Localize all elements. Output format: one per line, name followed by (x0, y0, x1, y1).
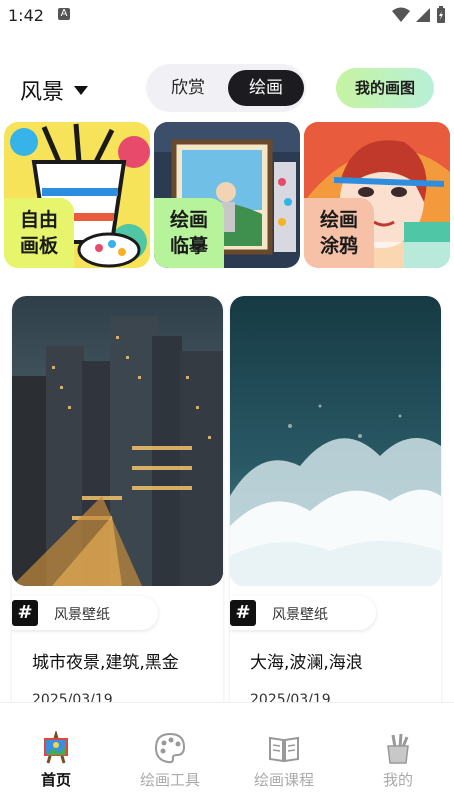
tab-appreciate[interactable]: 欣赏 (150, 70, 226, 106)
tile-copy-drawing-line1: 绘画 (169, 209, 208, 231)
city-night-photo (12, 296, 223, 586)
tile-doodle-label: 绘画 涂鸦 (304, 198, 374, 268)
tile-copy-drawing[interactable]: 绘画 临摹 (154, 122, 300, 268)
wallpaper-card[interactable]: # 风景壁纸 大海,波澜,海浪 2025/03/19 (230, 296, 441, 716)
category-tag-label: 风景壁纸 (272, 607, 328, 623)
tab-mine[interactable]: 我的 (348, 731, 448, 790)
mode-switch: 欣赏 绘画 (146, 64, 306, 112)
bottom-tab-bar: 首页 绘画工具 绘画课程 我的 (0, 702, 454, 809)
tab-mine-label: 我的 (382, 771, 413, 789)
signal-icon (416, 8, 430, 22)
status-bar: 1:42 A (0, 0, 454, 32)
top-bar: 风景 欣赏 绘画 我的画图 (0, 62, 454, 116)
tile-free-canvas-label: 自由 画板 (4, 198, 74, 268)
feature-tiles: 自由 画板 绘画 临摹 绘画 涂鸦 (4, 122, 450, 269)
city-night-image (12, 296, 223, 586)
tab-drawing-courses[interactable]: 绘画课程 (234, 731, 334, 790)
tab-drawing-courses-label: 绘画课程 (253, 771, 314, 789)
battery-icon (437, 6, 445, 23)
dropdown-arrow-icon (74, 85, 89, 95)
tile-copy-drawing-line2: 临摹 (169, 235, 208, 257)
tile-doodle-line2: 涂鸦 (319, 235, 358, 257)
tab-home[interactable]: 首页 (6, 731, 106, 790)
tile-free-canvas[interactable]: 自由 画板 (4, 122, 150, 268)
tile-free-canvas-line1: 自由 (19, 209, 58, 231)
wallpaper-card[interactable]: # 风景壁纸 城市夜景,建筑,黑金 2025/03/19 (12, 296, 223, 716)
tab-home-label: 首页 (40, 771, 71, 789)
status-icons (392, 6, 446, 24)
card-title: 城市夜景,建筑,黑金 (32, 653, 179, 673)
tile-doodle-line1: 绘画 (319, 209, 358, 231)
tab-drawing-tools-label: 绘画工具 (139, 771, 200, 789)
ocean-waves-photo (230, 296, 441, 586)
easel-icon (44, 731, 68, 764)
category-tag-label: 风景壁纸 (54, 607, 110, 623)
tab-draw[interactable]: 绘画 (228, 70, 304, 106)
ocean-waves-image (230, 296, 441, 586)
category-dropdown[interactable]: 风景 (20, 74, 89, 106)
category-label: 风景 (20, 80, 65, 105)
tab-drawing-tools[interactable]: 绘画工具 (120, 731, 220, 790)
notification-icon: A (58, 8, 70, 20)
hashtag-icon: # (12, 600, 38, 626)
hashtag-icon: # (230, 600, 256, 626)
palette-icon (154, 732, 186, 764)
book-icon (269, 736, 299, 763)
wifi-icon (392, 7, 410, 22)
tile-copy-drawing-label: 绘画 临摹 (154, 198, 224, 268)
tile-free-canvas-line2: 画板 (19, 235, 58, 257)
status-time: 1:42 (8, 6, 44, 25)
card-title: 大海,波澜,海浪 (250, 653, 363, 673)
pencil-cup-icon (387, 733, 409, 764)
my-drawings-button[interactable]: 我的画图 (336, 68, 434, 108)
tile-doodle[interactable]: 绘画 涂鸦 (304, 122, 450, 268)
